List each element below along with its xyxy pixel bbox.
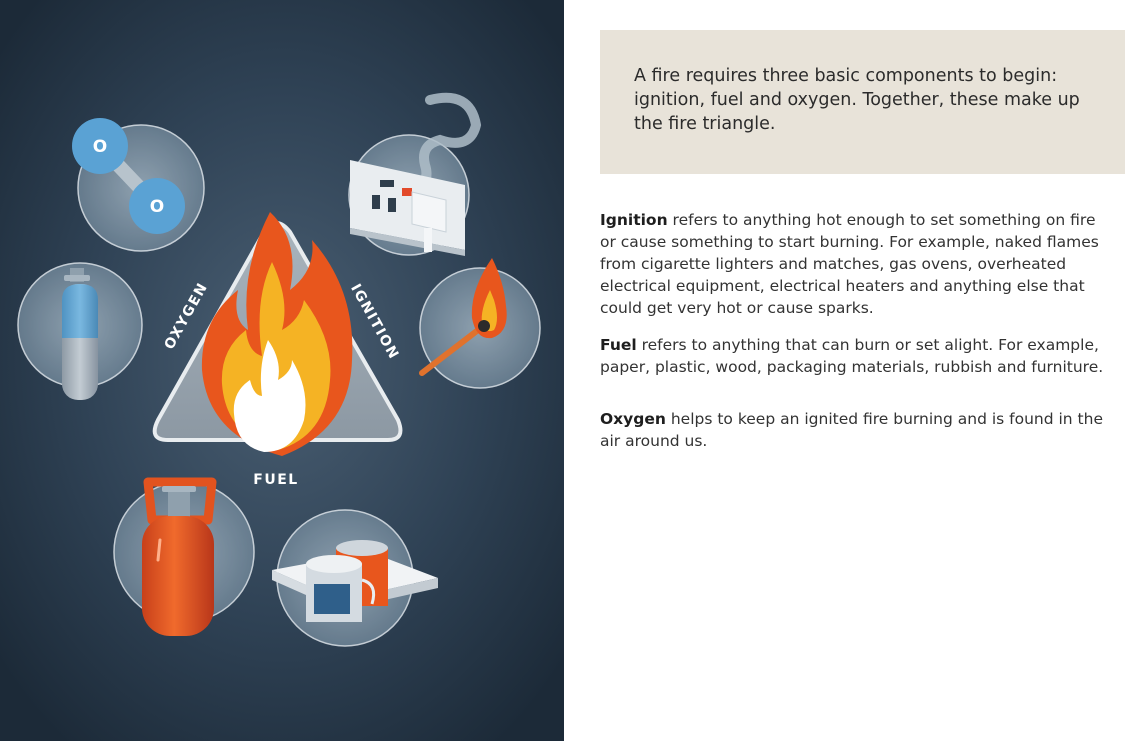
intro-callout: A fire requires three basic components t… <box>600 30 1125 174</box>
ignition-term: Ignition <box>600 211 668 229</box>
atom-label-top: O <box>93 137 107 157</box>
oxygen-paragraph: Oxygen helps to keep an ignited fire bur… <box>600 408 1110 452</box>
fire-triangle-illustration: O O OXYGEN IGNITION FUEL <box>0 0 564 741</box>
label-fuel: FUEL <box>253 472 298 488</box>
fuel-term: Fuel <box>600 336 637 354</box>
intro-text: A fire requires three basic components t… <box>634 66 1080 134</box>
oxygen-description: helps to keep an ignited fire burning an… <box>600 410 1103 450</box>
fuel-paragraph: Fuel refers to anything that can burn or… <box>600 334 1110 378</box>
ignition-description: refers to anything hot enough to set som… <box>600 211 1099 317</box>
ignition-paragraph: Ignition refers to anything hot enough t… <box>600 209 1110 319</box>
atom-label-bottom: O <box>150 197 164 217</box>
fuel-description: refers to anything that can burn or set … <box>600 336 1104 376</box>
oxygen-term: Oxygen <box>600 410 666 428</box>
